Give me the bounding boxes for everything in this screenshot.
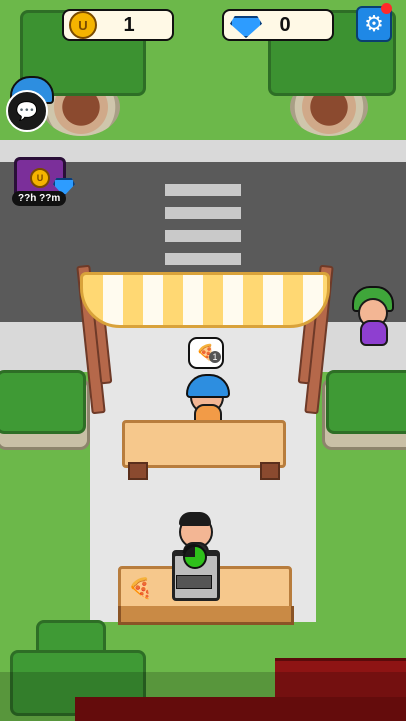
pizza-slice-icon[interactable]: 🍕 bbox=[128, 576, 153, 601]
crosswalk-stripe bbox=[165, 184, 241, 196]
crosswalk-stripe bbox=[165, 253, 241, 265]
chat-button[interactable]: 💬 bbox=[6, 90, 48, 132]
coin-icon: U bbox=[69, 11, 97, 39]
crosswalk-stripe bbox=[165, 207, 241, 219]
customer-table[interactable] bbox=[122, 420, 286, 468]
table-leg bbox=[260, 462, 280, 480]
order-quantity-badge: 1 bbox=[209, 351, 221, 363]
coin-counter: U 1 bbox=[62, 9, 174, 41]
prep-counter-front bbox=[118, 606, 294, 625]
bottom-shade bbox=[0, 672, 406, 721]
coin-count: 1 bbox=[123, 13, 135, 36]
gem-icon bbox=[230, 16, 262, 38]
cook-hair bbox=[179, 512, 211, 526]
chat-bubble-icon: 💬 bbox=[15, 100, 39, 121]
gem-counter: 0 bbox=[222, 9, 334, 41]
shop-awning bbox=[80, 272, 330, 328]
treasure-chest-icon: U bbox=[30, 168, 50, 188]
chest-timer: ??h ??m bbox=[12, 191, 67, 206]
table-leg bbox=[128, 462, 148, 480]
gem-count: 0 bbox=[279, 13, 291, 36]
hedge-right bbox=[326, 370, 406, 434]
gear-icon: ⚙ bbox=[364, 11, 384, 36]
oven-door bbox=[176, 575, 212, 589]
crosswalk-stripe bbox=[165, 230, 241, 242]
cook-progress-indicator bbox=[183, 545, 207, 569]
npc-body bbox=[360, 320, 388, 346]
notification-dot bbox=[381, 3, 392, 14]
hedge-left bbox=[0, 370, 86, 434]
game-scene: 🍕 1 🍕 bbox=[0, 0, 406, 721]
